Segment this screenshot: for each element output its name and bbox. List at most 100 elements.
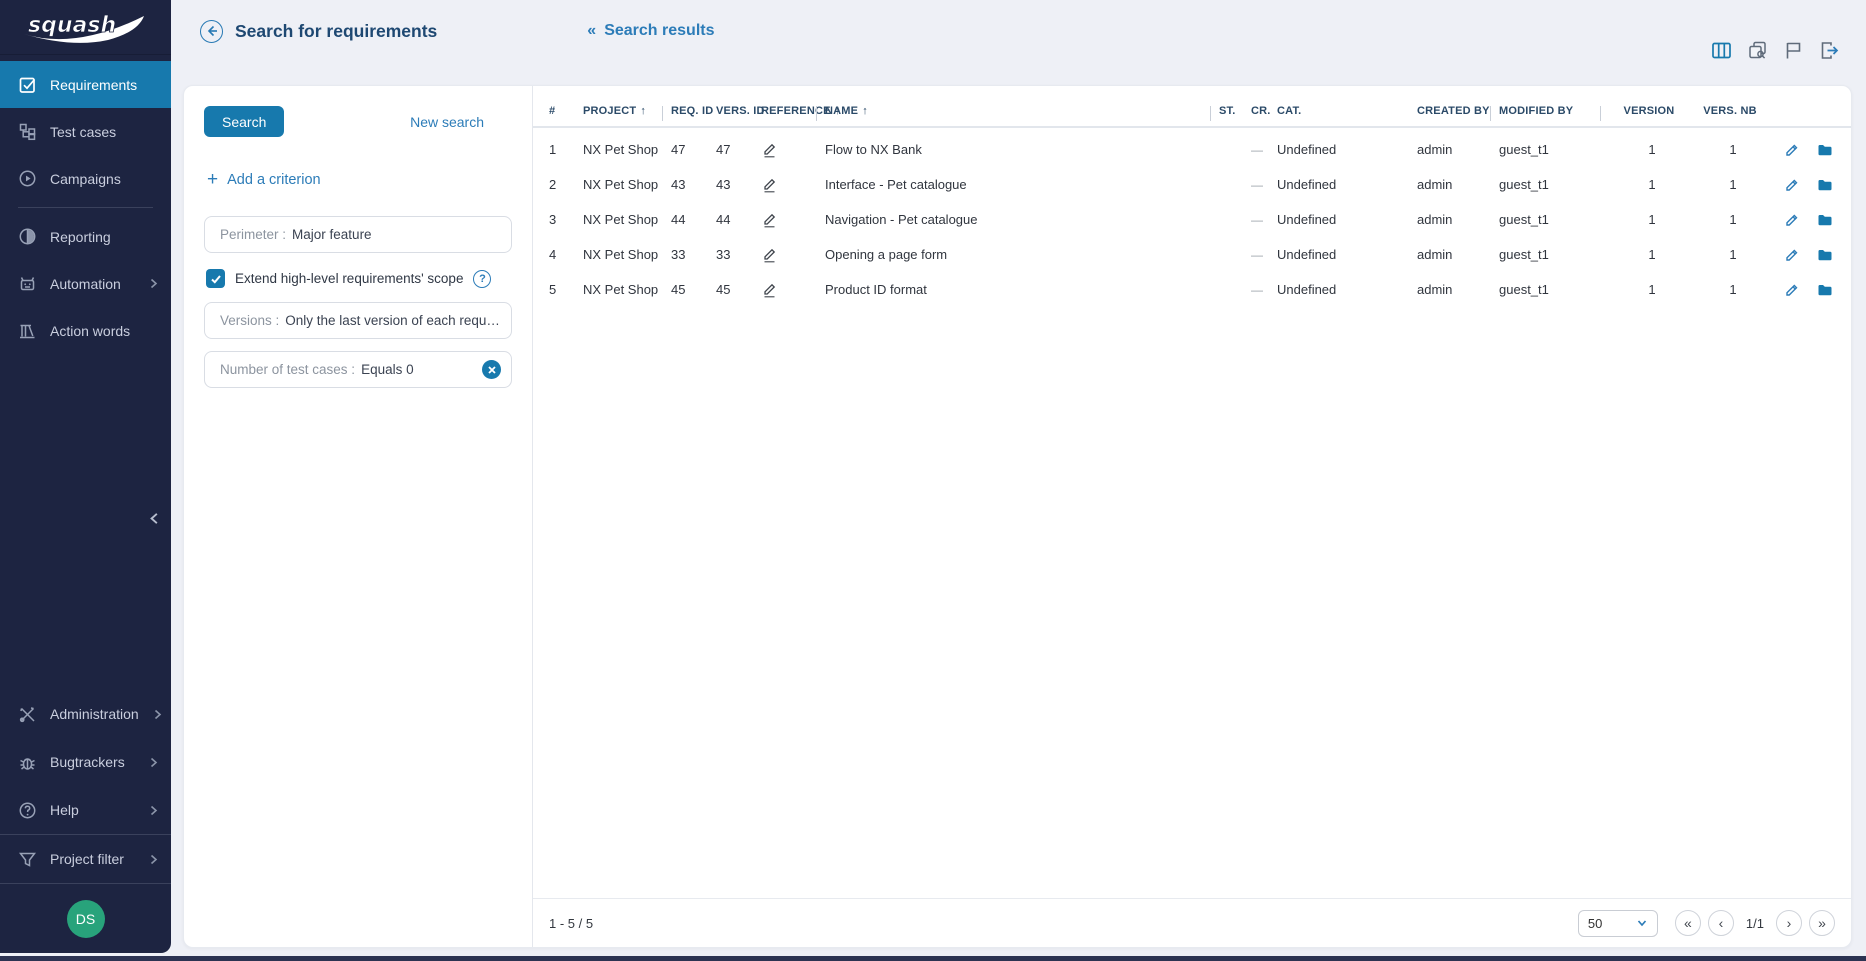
last-page-button[interactable]: »: [1809, 910, 1835, 936]
search-button[interactable]: Search: [204, 106, 284, 137]
avatar[interactable]: DS: [67, 900, 105, 938]
column-header-name[interactable]: NAME↑: [825, 105, 1219, 117]
open-folder-icon[interactable]: [1817, 212, 1833, 228]
column-header-vers-id[interactable]: VERS. ID: [716, 105, 761, 117]
automation-robot-icon: [17, 274, 37, 294]
close-icon: [487, 365, 497, 375]
cell-name[interactable]: Product ID format: [825, 282, 1219, 297]
column-header-version[interactable]: VERSION: [1609, 105, 1695, 117]
mass-edit-icon[interactable]: [1747, 40, 1768, 61]
cell-name[interactable]: Navigation - Pet catalogue: [825, 212, 1219, 227]
cell-version: 1: [1609, 142, 1695, 157]
column-header-modified-by[interactable]: MODIFIED BY: [1499, 105, 1609, 117]
edit-row-icon[interactable]: [1784, 212, 1800, 228]
extend-scope-checkbox[interactable]: [206, 269, 225, 288]
sidebar-item-campaigns[interactable]: Campaigns: [0, 155, 171, 202]
open-folder-icon[interactable]: [1817, 142, 1833, 158]
sidebar-item-automation[interactable]: Automation: [0, 260, 171, 307]
sidebar-item-label: Reporting: [50, 229, 111, 245]
open-folder-icon[interactable]: [1817, 177, 1833, 193]
cell-version: 1: [1609, 212, 1695, 227]
back-button[interactable]: [200, 20, 223, 43]
search-results-link[interactable]: « Search results: [587, 22, 714, 40]
squash-logo[interactable]: squash: [0, 0, 171, 55]
add-criterion-button[interactable]: + Add a criterion: [204, 170, 512, 189]
sidebar-collapse-icon[interactable]: [142, 506, 166, 530]
next-page-button[interactable]: ›: [1776, 910, 1802, 936]
cell-criticality: —: [1251, 213, 1277, 227]
open-folder-icon[interactable]: [1817, 247, 1833, 263]
sort-asc-icon: ↑: [862, 105, 868, 117]
cell-modified-by: guest_t1: [1499, 142, 1609, 157]
cell-req-id: 45: [671, 282, 716, 297]
column-header-status[interactable]: ST.: [1219, 105, 1251, 117]
help-tooltip-icon[interactable]: ?: [473, 270, 491, 288]
edit-row-icon[interactable]: [1784, 177, 1800, 193]
edit-reference-icon[interactable]: [761, 141, 778, 158]
column-header-category[interactable]: CAT.: [1277, 105, 1417, 117]
edit-row-icon[interactable]: [1784, 142, 1800, 158]
sidebar-item-action-words[interactable]: Action words: [0, 307, 171, 354]
new-search-link[interactable]: New search: [410, 114, 484, 130]
table-row[interactable]: 4 NX Pet Shop 33 33 Opening a page form …: [533, 237, 1851, 272]
column-header-reference[interactable]: REFERENCE↑: [761, 105, 825, 117]
flag-icon[interactable]: [1783, 40, 1804, 61]
action-words-library-icon: [17, 321, 37, 341]
edit-reference-icon[interactable]: [761, 176, 778, 193]
edit-reference-icon[interactable]: [761, 246, 778, 263]
cell-project: NX Pet Shop: [583, 142, 671, 157]
sidebar-item-label: Administration: [50, 706, 139, 722]
edit-row-icon[interactable]: [1784, 247, 1800, 263]
sidebar-item-reporting[interactable]: Reporting: [0, 213, 171, 260]
sidebar-item-project-filter[interactable]: Project filter: [0, 835, 171, 883]
criterion-chip-test-cases[interactable]: Number of test cases : Equals 0: [204, 351, 512, 388]
bugtrackers-bug-icon: [17, 752, 37, 772]
cell-name[interactable]: Opening a page form: [825, 247, 1219, 262]
table-body: 1 NX Pet Shop 47 47 Flow to NX Bank — Un…: [533, 128, 1851, 307]
edit-reference-icon[interactable]: [761, 211, 778, 228]
criterion-chip-versions[interactable]: Versions : Only the last version of each…: [204, 302, 512, 339]
cell-name[interactable]: Flow to NX Bank: [825, 142, 1219, 157]
column-header-created-by[interactable]: CREATED BY: [1417, 105, 1499, 117]
remove-criterion-icon[interactable]: [482, 360, 501, 379]
cell-vers-nb: 1: [1695, 282, 1771, 297]
column-header-req-id[interactable]: REQ. ID: [671, 105, 716, 117]
chevron-right-icon: [152, 709, 163, 720]
cell-criticality: —: [1251, 143, 1277, 157]
export-icon[interactable]: [1819, 40, 1840, 61]
table-row[interactable]: 2 NX Pet Shop 43 43 Interface - Pet cata…: [533, 167, 1851, 202]
check-icon: [210, 273, 222, 285]
columns-icon[interactable]: [1711, 40, 1732, 61]
column-header-criticality[interactable]: CR.: [1251, 105, 1277, 117]
table-row[interactable]: 1 NX Pet Shop 47 47 Flow to NX Bank — Un…: [533, 132, 1851, 167]
cell-project: NX Pet Shop: [583, 177, 671, 192]
cell-modified-by: guest_t1: [1499, 212, 1609, 227]
results-area: # PROJECT↑ REQ. ID VERS. ID REFERENCE↑ N…: [533, 86, 1851, 947]
previous-page-button[interactable]: ‹: [1708, 910, 1734, 936]
row-index: 5: [549, 282, 583, 297]
sidebar-item-help[interactable]: Help: [0, 786, 171, 834]
column-header-project[interactable]: PROJECT↑: [583, 105, 671, 117]
first-page-button[interactable]: «: [1675, 910, 1701, 936]
sidebar-item-test-cases[interactable]: Test cases: [0, 108, 171, 155]
table-row[interactable]: 3 NX Pet Shop 44 44 Navigation - Pet cat…: [533, 202, 1851, 237]
cell-category: Undefined: [1277, 212, 1417, 227]
sidebar-item-requirements[interactable]: Requirements: [0, 61, 171, 108]
column-header-num[interactable]: #: [549, 105, 583, 117]
sidebar-item-administration[interactable]: Administration: [0, 690, 171, 738]
open-folder-icon[interactable]: [1817, 282, 1833, 298]
sidebar-item-label: Test cases: [50, 124, 116, 140]
criterion-chip-perimeter[interactable]: Perimeter : Major feature: [204, 216, 512, 253]
page-size-select[interactable]: 50: [1578, 910, 1658, 937]
column-header-vers-nb[interactable]: VERS. NB: [1695, 105, 1771, 117]
cell-req-id: 44: [671, 212, 716, 227]
sidebar-item-bugtrackers[interactable]: Bugtrackers: [0, 738, 171, 786]
edit-reference-icon[interactable]: [761, 281, 778, 298]
sidebar-item-label: Action words: [50, 323, 130, 339]
cell-version: 1: [1609, 177, 1695, 192]
cell-vers-id: 44: [716, 212, 761, 227]
cell-name[interactable]: Interface - Pet catalogue: [825, 177, 1219, 192]
edit-row-icon[interactable]: [1784, 282, 1800, 298]
table-row[interactable]: 5 NX Pet Shop 45 45 Product ID format — …: [533, 272, 1851, 307]
cell-category: Undefined: [1277, 142, 1417, 157]
